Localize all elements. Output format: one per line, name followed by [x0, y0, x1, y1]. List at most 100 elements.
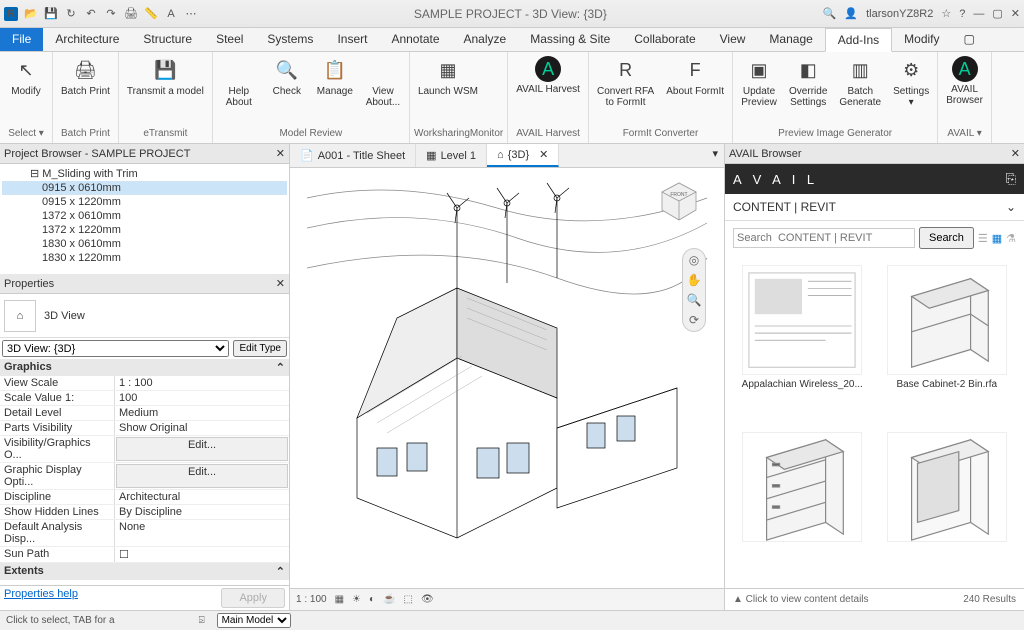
search-icon[interactable]: 🔍	[823, 7, 837, 20]
text-icon[interactable]: A	[164, 7, 178, 21]
avail-result-item[interactable]: Base Cabinet-2 Bin.rfa	[880, 265, 1015, 422]
close-icon[interactable]: ✕	[276, 147, 285, 160]
zoom-icon[interactable]: 🔍	[687, 293, 702, 307]
tab-massingsite[interactable]: Massing & Site	[518, 28, 622, 51]
hide-icon[interactable]: 👁	[421, 594, 434, 605]
scale-display[interactable]: 1 : 100	[296, 594, 327, 605]
avail-result-item[interactable]: Appalachian Wireless_20...	[735, 265, 870, 422]
property-category[interactable]: Extents⌃	[0, 563, 289, 580]
close-icon[interactable]: ✕	[539, 148, 548, 161]
tab-view[interactable]: View	[708, 28, 758, 51]
orbit-icon[interactable]: ⟳	[689, 313, 699, 327]
dock-icon[interactable]: ⎘	[1006, 171, 1016, 187]
crop-icon[interactable]: ⬚	[404, 594, 413, 605]
property-value[interactable]: By Discipline	[115, 505, 289, 519]
view-tab[interactable]: ▦Level 1	[416, 144, 487, 167]
tab-manage[interactable]: Manage	[757, 28, 824, 51]
tab-dropdown-icon[interactable]: ▾	[706, 144, 724, 167]
avail-details-hint[interactable]: ▲ Click to view content details	[733, 594, 869, 605]
tab-annotate[interactable]: Annotate	[379, 28, 451, 51]
viewcube[interactable]: FRONT	[654, 178, 704, 228]
tree-item[interactable]: 1830 x 1220mm	[2, 251, 287, 265]
favorite-icon[interactable]: ☆	[941, 7, 951, 20]
minimize-icon[interactable]: —	[973, 8, 984, 20]
tree-item[interactable]: 0915 x 0610mm	[2, 181, 287, 195]
manage-button[interactable]: 📋Manage	[313, 54, 357, 99]
view-tab[interactable]: 📄A001 - Title Sheet	[290, 144, 416, 167]
tree-parent[interactable]: ⊟ M_Sliding with Trim	[2, 166, 287, 181]
pan-icon[interactable]: ✋	[687, 273, 702, 287]
property-value[interactable]: ☐	[115, 547, 289, 562]
selection-filter-icon[interactable]: ⍄	[199, 615, 205, 626]
open-icon[interactable]: 📂	[24, 7, 38, 21]
redo-icon[interactable]: ↷	[104, 7, 118, 21]
properties-help-link[interactable]: Properties help	[4, 588, 78, 608]
shadows-icon[interactable]: ◐	[369, 594, 375, 605]
search-input[interactable]	[733, 228, 915, 248]
avail-section-header[interactable]: CONTENT | REVIT ⌄	[725, 194, 1024, 221]
print-icon[interactable]: 🖨	[124, 7, 138, 21]
property-value[interactable]: Show Original	[115, 421, 289, 435]
tree-item[interactable]: 1830 x 0610mm	[2, 237, 287, 251]
avail-button[interactable]: AAVAILBrowser	[942, 54, 987, 108]
maximize-icon[interactable]: ▢	[992, 7, 1002, 20]
property-value[interactable]: 100	[115, 391, 289, 405]
property-value[interactable]: Architectural	[115, 490, 289, 504]
qat-more-icon[interactable]: ⋯	[184, 7, 198, 21]
availharvest-button[interactable]: AAVAIL Harvest	[512, 54, 584, 97]
tab-modify[interactable]: Modify	[892, 28, 951, 51]
help-icon[interactable]: ?	[959, 8, 965, 20]
settings-button[interactable]: ⚙Settings▾	[889, 54, 933, 110]
tree-item[interactable]: 1372 x 1220mm	[2, 223, 287, 237]
help-button[interactable]: HelpAbout	[217, 54, 261, 110]
tab-structure[interactable]: Structure	[131, 28, 204, 51]
sun-path-icon[interactable]: ☀	[352, 594, 361, 605]
property-value[interactable]: 1 : 100	[115, 376, 289, 390]
tab-systems[interactable]: Systems	[255, 28, 325, 51]
transmitamodel-button[interactable]: 💾Transmit a model	[123, 54, 208, 99]
view-selector[interactable]: 3D View: {3D}	[2, 340, 229, 357]
tab-addins[interactable]: Add-Ins	[825, 28, 892, 52]
user-icon[interactable]: 👤	[844, 7, 858, 20]
tab-architecture[interactable]: Architecture	[43, 28, 131, 51]
aboutformit-button[interactable]: FAbout FormIt	[662, 54, 728, 99]
batch-button[interactable]: ▥BatchGenerate	[835, 54, 885, 110]
avail-result-item[interactable]	[735, 432, 870, 578]
grid-view-icon[interactable]: ▦	[992, 232, 1002, 245]
tree-item[interactable]: 1372 x 0610mm	[2, 209, 287, 223]
save-icon[interactable]: 💾	[44, 7, 58, 21]
view-button[interactable]: ViewAbout...	[361, 54, 405, 110]
modify-button[interactable]: ↖Modify	[4, 54, 48, 99]
filter-icon[interactable]: ⚗	[1006, 232, 1016, 245]
list-view-icon[interactable]: ☰	[978, 232, 988, 245]
view-tab[interactable]: ⌂{3D}✕	[487, 144, 559, 167]
tab-insert[interactable]: Insert	[325, 28, 379, 51]
close-icon[interactable]: ✕	[276, 277, 285, 290]
tree-item[interactable]: 0915 x 1220mm	[2, 195, 287, 209]
tab-collaborate[interactable]: Collaborate	[622, 28, 707, 51]
property-value[interactable]: Medium	[115, 406, 289, 420]
update-button[interactable]: ▣UpdatePreview	[737, 54, 781, 110]
workset-selector[interactable]: Main Model	[217, 613, 291, 628]
avail-result-item[interactable]	[880, 432, 1015, 578]
tab-steel[interactable]: Steel	[204, 28, 255, 51]
check-button[interactable]: 🔍Check	[265, 54, 309, 99]
close-icon[interactable]: ✕	[1011, 147, 1020, 160]
steering-wheel-icon[interactable]: ◎	[689, 253, 699, 267]
render-icon[interactable]: ☕	[383, 594, 395, 605]
close-icon[interactable]: ✕	[1011, 7, 1020, 20]
3d-viewport[interactable]: FRONT ◎ ✋ 🔍 ⟳	[290, 168, 724, 588]
property-value[interactable]: None	[115, 520, 289, 546]
property-value[interactable]: Edit...	[116, 437, 288, 461]
launchwsm-button[interactable]: ▦Launch WSM	[414, 54, 482, 99]
apply-button[interactable]: Apply	[221, 588, 285, 608]
search-button[interactable]: Search	[919, 227, 974, 249]
edit-type-button[interactable]: Edit Type	[233, 340, 287, 357]
property-value[interactable]: Edit...	[116, 464, 288, 488]
tab-file[interactable]: File	[0, 28, 43, 51]
convertrfa-button[interactable]: RConvert RFAto FormIt	[593, 54, 658, 110]
undo-icon[interactable]: ↶	[84, 7, 98, 21]
override-button[interactable]: ◧OverrideSettings	[785, 54, 831, 110]
tab-app-icon[interactable]: ▢	[952, 28, 987, 51]
property-category[interactable]: Graphics⌃	[0, 359, 289, 376]
